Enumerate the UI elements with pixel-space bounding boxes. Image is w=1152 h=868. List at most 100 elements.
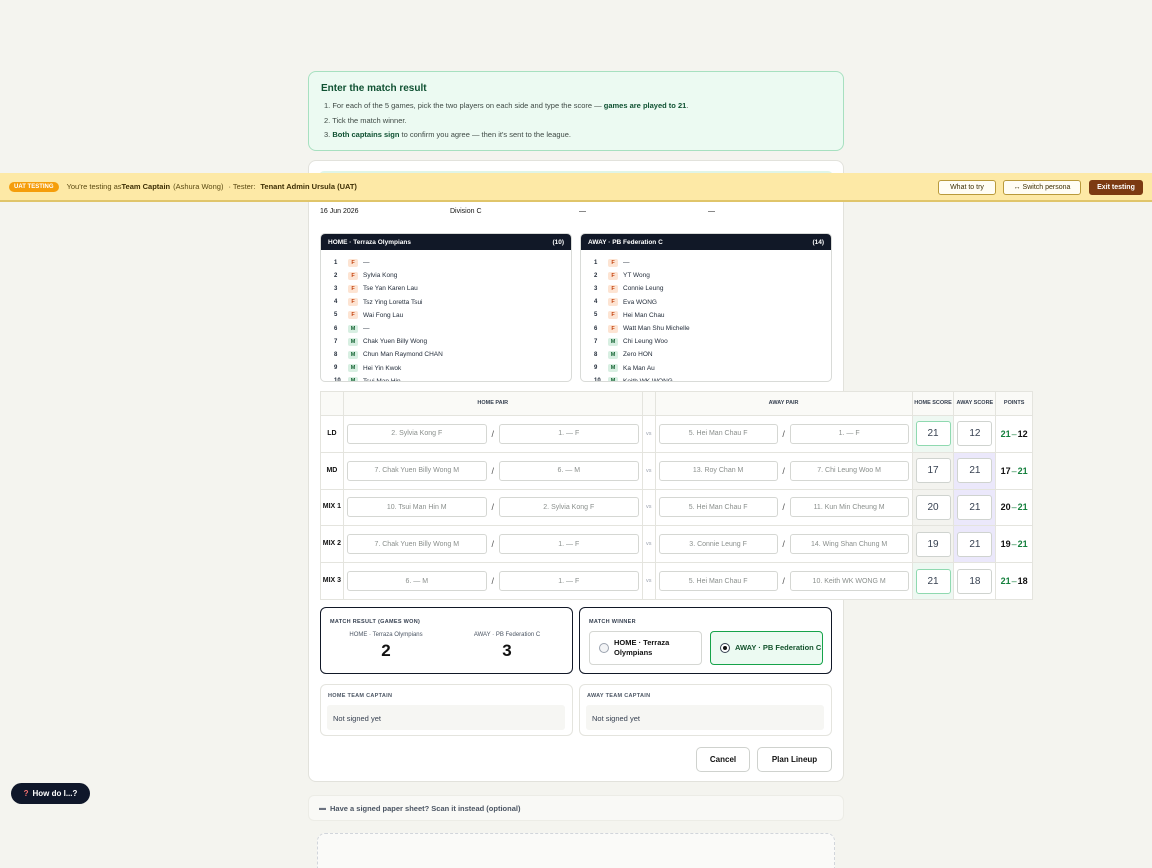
roster-player[interactable]: 10 M Tsui Man Hin — [334, 375, 571, 381]
roster-player[interactable]: 3 F Tse Yan Karen Lau — [334, 282, 571, 295]
player-name: — — [363, 325, 370, 333]
roster-player[interactable]: 3 F Connie Leung — [594, 282, 831, 295]
roster-player[interactable]: 7 M Chi Leung Woo — [594, 335, 831, 348]
away-score-input[interactable]: 12 — [957, 421, 993, 447]
game-row: LD 2. Sylvia Kong F/1. — Fvs 5. Hei Man Ch… — [320, 415, 1033, 453]
plan-lineup-button[interactable]: Plan Lineup — [757, 747, 832, 772]
vs-label: vs — [641, 415, 656, 453]
home-signature-field[interactable]: Not signed yet — [327, 705, 565, 730]
roster-player[interactable]: 5 F Wai Fong Lau — [334, 309, 571, 322]
away-score-input[interactable]: 21 — [957, 494, 993, 520]
player-number: 8 — [594, 351, 598, 358]
roster-player[interactable]: 2 F Sylvia Kong — [334, 269, 571, 282]
game-row: MD 7. Chak Yuen Billy Wong M/6. — Mvs 13. … — [320, 451, 1033, 490]
away-score-input[interactable]: 21 — [957, 531, 993, 557]
away-pair: 5. Hei Man Chau F / 1. — F — [656, 423, 912, 444]
pair-separator: / — [491, 502, 495, 513]
roster-player[interactable]: 1 F — — [594, 256, 831, 269]
home-roster: HOME · Terraza Olympians (10) 1 F — 2 F Sylvi… — [320, 233, 572, 382]
sex-badge: M — [348, 337, 358, 346]
help-button[interactable]: ? How do I...? — [11, 783, 90, 804]
winner-option-away[interactable]: AWAY · PB Federation C — [710, 631, 823, 665]
away-pair-cell: 13. Roy Chan M / 7. Chi Leung Woo M — [654, 451, 913, 490]
points-cell: 20–21 — [995, 488, 1033, 527]
game-row: MIX 2 7. Chak Yuen Billy Wong M/1. — Fvs 3… — [320, 525, 1033, 564]
home-player-2-select[interactable]: 2. Sylvia Kong F — [498, 497, 639, 518]
radio-icon[interactable] — [720, 643, 730, 653]
exit-testing-button[interactable]: Exit testing — [1089, 180, 1143, 195]
game-row: MIX 3 6. — M/1. — Fvs 5. Hei Man Chau F/10… — [320, 562, 1033, 600]
radio-icon[interactable] — [599, 643, 609, 653]
pair-separator: / — [782, 428, 785, 439]
roster-player[interactable]: 2 F YT Wong — [594, 269, 831, 282]
pair-separator: / — [491, 539, 495, 550]
home-player-1-select[interactable]: 6. — M — [346, 571, 487, 592]
away-player-2-select[interactable]: 1. — F — [789, 423, 909, 444]
away-player-1-select[interactable]: 5. Hei Man Chau F — [658, 497, 778, 518]
sex-badge: M — [348, 324, 358, 333]
roster-player[interactable]: 8 M Zero HON — [594, 348, 831, 361]
home-roster-list[interactable]: 1 F — 2 F Sylvia Kong 3 F Tse Yan Karen Lau 4 F Tsz… — [321, 250, 571, 381]
points-home: 21 — [1000, 576, 1011, 587]
points-separator: – — [1011, 502, 1017, 513]
roster-player[interactable]: 7 M Chak Yuen Billy Wong — [334, 335, 571, 348]
home-player-1-select[interactable]: 7. Chak Yuen Billy Wong M — [346, 460, 487, 481]
scan-paper-toggle[interactable]: ▬ Have a signed paper sheet? Scan it ins… — [308, 795, 844, 821]
away-player-1-select[interactable]: 3. Connie Leung F — [658, 534, 778, 555]
away-player-1-select[interactable]: 5. Hei Man Chau F — [658, 423, 778, 444]
away-score-input[interactable]: 18 — [957, 568, 993, 594]
home-score-input[interactable]: 21 — [915, 421, 951, 447]
away-player-1-select[interactable]: 5. Hei Man Chau F — [658, 571, 778, 592]
home-player-1-select[interactable]: 10. Tsui Man Hin M — [346, 497, 487, 518]
home-score-input[interactable]: 21 — [915, 568, 951, 594]
sex-badge: F — [608, 298, 618, 307]
away-player-2-select[interactable]: 7. Chi Leung Woo M — [789, 460, 909, 481]
switch-persona-button[interactable]: ↔ Switch persona — [1003, 180, 1081, 195]
home-pair-cell: 10. Tsui Man Hin M /2. Sylvia Kong F — [342, 488, 643, 527]
roster-player[interactable]: 6 F Watt Man Shu Michelle — [594, 322, 831, 335]
points-separator: – — [1011, 539, 1017, 550]
home-player-1-select[interactable]: 2. Sylvia Kong F — [346, 423, 487, 444]
sex-badge: F — [348, 258, 358, 267]
instructions-title: Enter the match result — [321, 83, 427, 94]
home-score-input[interactable]: 19 — [915, 531, 951, 557]
player-name: Sylvia Kong — [363, 272, 398, 280]
away-player-1-select[interactable]: 13. Roy Chan M — [658, 460, 778, 481]
cancel-button[interactable]: Cancel — [696, 747, 750, 772]
away-roster-list[interactable]: 1 F — 2 F YT Wong 3 F Connie Leung 4 F Eva WONG 5 F He… — [581, 250, 831, 381]
home-pair: 10. Tsui Man Hin M /2. Sylvia Kong F — [344, 497, 642, 518]
roster-player[interactable]: 10 M Keith WK WONG — [594, 375, 831, 381]
away-player-2-select[interactable]: 10. Keith WK WONG M — [789, 571, 909, 592]
winner-option-home[interactable]: HOME · Terraza Olympians — [589, 631, 702, 665]
roster-player[interactable]: 8 M Chun Man Raymond CHAN — [334, 348, 571, 361]
home-player-2-select[interactable]: 6. — M — [498, 460, 639, 481]
vs-label: vs — [641, 525, 656, 564]
roster-player[interactable]: 1 F — — [334, 256, 571, 269]
home-pair-cell: 6. — M /1. — F — [342, 562, 643, 600]
home-player-2-select[interactable]: 1. — F — [498, 423, 639, 444]
home-player-2-select[interactable]: 1. — F — [498, 571, 639, 592]
roster-player[interactable]: 9 M Hei Yin Kwok — [334, 362, 571, 375]
roster-player[interactable]: 9 M Ka Man Au — [594, 362, 831, 375]
roster-player[interactable]: 5 F Hei Man Chau — [594, 309, 831, 322]
away-player-2-select[interactable]: 14. Wing Shan Chung M — [789, 534, 909, 555]
player-number: 3 — [334, 285, 338, 292]
away-roster-header: AWAY · PB Federation C (14) — [581, 234, 831, 250]
roster-player[interactable]: 6 M — — [334, 322, 571, 335]
home-score-input[interactable]: 20 — [915, 494, 951, 520]
home-player-1-select[interactable]: 7. Chak Yuen Billy Wong M — [346, 534, 487, 555]
player-number: 9 — [594, 365, 598, 372]
what-to-try-button[interactable]: What to try — [938, 180, 996, 195]
points-separator: – — [1011, 576, 1017, 587]
home-score-input[interactable]: 17 — [915, 458, 951, 484]
player-name: — — [363, 259, 370, 267]
points-home: 17 — [1000, 465, 1011, 476]
scan-dropzone[interactable] — [317, 833, 835, 868]
roster-player[interactable]: 4 F Eva WONG — [594, 296, 831, 309]
roster-player[interactable]: 4 F Tsz Ying Loretta Tsui — [334, 296, 571, 309]
away-score-input[interactable]: 21 — [957, 458, 993, 484]
home-player-2-select[interactable]: 1. — F — [498, 534, 639, 555]
away-signature-field[interactable]: Not signed yet — [586, 705, 824, 730]
away-player-2-select[interactable]: 11. Kun Min Cheung M — [789, 497, 909, 518]
player-number: 7 — [334, 338, 338, 345]
